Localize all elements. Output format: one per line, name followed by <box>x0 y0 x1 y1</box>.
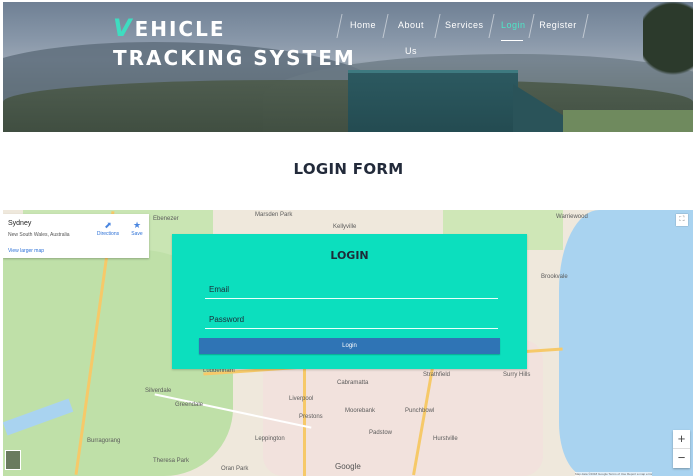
street-view-pegman-icon[interactable] <box>5 450 21 470</box>
map-label: Oran Park <box>221 466 249 472</box>
map-label: Cabramatta <box>337 380 369 386</box>
fullscreen-icon[interactable]: ⛶ <box>676 214 688 226</box>
password-field[interactable] <box>205 310 498 329</box>
nav-home[interactable]: Home <box>349 12 377 40</box>
map-label: Prestons <box>299 414 323 420</box>
map-label: Greendale <box>175 402 204 408</box>
map-label: Marsden Park <box>255 212 293 218</box>
save-label: Save <box>131 231 143 237</box>
map-label: Surry Hills <box>503 372 531 378</box>
hero-tree <box>643 2 693 92</box>
logo-line-2: TRACKING SYSTEM <box>113 46 356 70</box>
nav-separator <box>434 14 441 38</box>
star-icon: ★ <box>132 220 142 230</box>
map-label: Warriewood <box>556 214 588 220</box>
directions-icon: ⬈ <box>104 220 112 230</box>
map-label: Hurstville <box>433 436 458 442</box>
map-label: Silverdale <box>145 388 172 394</box>
map-place-region: New South Wales, Australia <box>8 232 70 238</box>
nav-login[interactable]: Login <box>501 12 525 41</box>
view-larger-map-link[interactable]: View larger map <box>8 248 44 254</box>
nav-separator <box>336 14 343 38</box>
map-label: Liverpool <box>289 396 314 402</box>
map-label: Ebenezer <box>153 216 179 222</box>
map-label: Leppington <box>255 436 285 442</box>
login-title: LOGIN <box>330 249 369 262</box>
nav-separator <box>382 14 389 38</box>
hero-banner: VEHICLE TRACKING SYSTEM Home About Us Se… <box>3 2 693 132</box>
nav-services[interactable]: Services <box>445 12 483 40</box>
nav-register[interactable]: Register <box>539 12 577 40</box>
zoom-out-button[interactable]: − <box>673 449 690 467</box>
directions-label: Directions <box>96 231 120 237</box>
map-info-card: Sydney New South Wales, Australia View l… <box>3 214 149 258</box>
login-panel: LOGIN Login <box>172 234 527 369</box>
map-label: Strathfield <box>423 372 451 378</box>
hero-roof <box>348 70 518 132</box>
email-field[interactable] <box>205 280 498 299</box>
logo-v-icon: V <box>113 14 134 42</box>
map-attribution[interactable]: Map data ©2018 Google Terms of Use Repor… <box>575 472 653 476</box>
logo-line-1-text: EHICLE <box>134 17 226 41</box>
map-label: Punchbowl <box>405 408 435 414</box>
nav-separator <box>488 14 495 38</box>
nav-separator <box>528 14 535 38</box>
hero-field <box>563 110 693 132</box>
save-place-button[interactable]: ★ Save <box>127 220 147 237</box>
page-title: LOGIN FORM <box>293 160 404 178</box>
directions-button[interactable]: ⬈ Directions <box>96 220 120 237</box>
map-label: Moorebank <box>345 408 376 414</box>
login-button[interactable]: Login <box>199 338 500 354</box>
google-logo: Google <box>335 462 361 471</box>
zoom-in-button[interactable]: + <box>673 430 690 449</box>
map-label: Theresa Park <box>153 458 190 464</box>
zoom-control: + − <box>673 430 690 468</box>
map-label: Padstow <box>369 430 393 436</box>
nav-about-us[interactable]: About Us <box>391 12 431 56</box>
nav-separator <box>582 14 589 38</box>
map-label: Burragorang <box>87 438 121 444</box>
map-place-name: Sydney <box>8 220 32 227</box>
logo-line-1: VEHICLE <box>113 14 313 42</box>
map-label: Brookvale <box>541 274 568 280</box>
map-label: Kellyville <box>333 224 357 230</box>
